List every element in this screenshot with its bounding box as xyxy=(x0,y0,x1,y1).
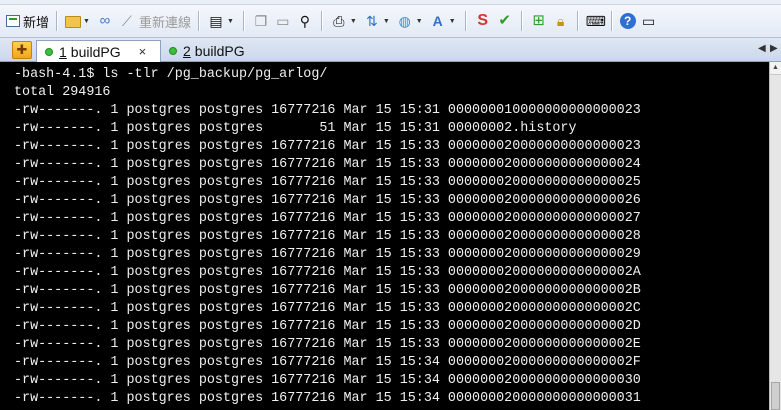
close-icon[interactable]: × xyxy=(139,44,147,59)
tunnel-button[interactable]: ✔ xyxy=(494,9,516,33)
fullscreen-icon: ⊞ xyxy=(532,12,545,29)
find-button[interactable]: ⚲ xyxy=(294,9,316,33)
reconnect-icon: ⟋ xyxy=(122,13,132,29)
terminal-line: -rw-------. 1 postgres postgres 16777216… xyxy=(14,283,641,298)
search-icon: ⚲ xyxy=(299,13,311,29)
terminal-line: -rw-------. 1 postgres postgres 16777216… xyxy=(14,175,641,190)
chat-button[interactable]: ▭ xyxy=(638,9,660,33)
paste-button[interactable]: ▭ xyxy=(272,9,294,33)
transfer-button[interactable]: ⇅ ▼ xyxy=(361,9,394,33)
terminal-output[interactable]: -bash-4.1$ ls -tlr /pg_backup/pg_arlog/ … xyxy=(0,62,781,410)
keyboard-icon: ⌨ xyxy=(585,13,606,29)
terminal-line: -rw-------. 1 postgres postgres 16777216… xyxy=(14,157,641,172)
folder-icon xyxy=(65,16,82,28)
help-icon: ? xyxy=(619,13,636,29)
terminal-line: -rw-------. 1 postgres postgres 16777216… xyxy=(14,265,641,280)
link-icon: ∞ xyxy=(99,12,111,29)
toolbar-separator xyxy=(464,11,467,31)
chevron-down-icon[interactable]: ▼ xyxy=(383,18,390,25)
tab-scroll-left-icon[interactable]: ◀ xyxy=(758,44,766,54)
terminal-lines: -bash-4.1$ ls -tlr /pg_backup/pg_arlog/ … xyxy=(14,66,766,408)
tab-label: buildPG xyxy=(194,43,245,59)
toolbar-separator xyxy=(576,11,579,31)
terminal-line: total 294916 xyxy=(14,85,111,100)
print-button[interactable]: ⎙ ▼ xyxy=(328,9,361,33)
chevron-down-icon[interactable]: ▼ xyxy=(83,18,90,25)
new-session-button[interactable]: 新增 xyxy=(4,9,51,33)
xftp-icon: S xyxy=(477,12,488,29)
scroll-up-icon[interactable]: ▲ xyxy=(770,62,781,75)
terminal-scrollbar[interactable]: ▲ xyxy=(769,62,781,410)
terminal-line: -rw-------. 1 postgres postgres 16777216… xyxy=(14,373,641,388)
new-session-label: 新增 xyxy=(23,14,50,30)
chevron-down-icon[interactable]: ▼ xyxy=(350,18,357,25)
toolbar-separator xyxy=(242,11,245,31)
tab-label: buildPG xyxy=(70,43,121,60)
terminal-line: -rw-------. 1 postgres postgres 16777216… xyxy=(14,229,641,244)
terminal-line: -rw-------. 1 postgres postgres 16777216… xyxy=(14,355,641,370)
toolbar-separator xyxy=(610,11,613,31)
chevron-down-icon[interactable]: ▼ xyxy=(449,18,456,25)
menu-strip xyxy=(0,0,781,5)
tunnel-icon: ✔ xyxy=(498,12,511,29)
connected-status-icon xyxy=(169,47,177,55)
globe-button[interactable]: ◍ ▼ xyxy=(394,9,427,33)
tab-scroll-right-icon[interactable]: ▶ xyxy=(770,44,778,54)
lock-icon: 🔒︎ xyxy=(556,13,565,29)
new-session-icon xyxy=(6,15,20,27)
lock-button[interactable]: 🔒︎ xyxy=(550,9,572,33)
help-button[interactable]: ? xyxy=(618,9,638,33)
properties-icon: ▤ xyxy=(209,13,223,29)
font-icon: A xyxy=(432,13,443,29)
terminal-line: -rw-------. 1 postgres postgres 16777216… xyxy=(14,337,641,352)
reconnect-button[interactable]: ⟋ 重新連線 xyxy=(116,9,193,33)
add-tab-button[interactable]: ✚ xyxy=(12,41,32,59)
font-button[interactable]: A ▼ xyxy=(427,9,460,33)
xftp-button[interactable]: S xyxy=(472,9,494,33)
chevron-down-icon[interactable]: ▼ xyxy=(227,18,234,25)
terminal-line: -rw-------. 1 postgres postgres 16777216… xyxy=(14,247,641,262)
terminal-line: -rw-------. 1 postgres postgres 16777216… xyxy=(14,319,641,334)
copy-icon: ❐ xyxy=(254,13,268,29)
properties-button[interactable]: ▤ ▼ xyxy=(205,9,238,33)
toolbar-separator xyxy=(520,11,523,31)
tab-number: 2 xyxy=(183,43,191,59)
globe-icon: ◍ xyxy=(398,13,411,29)
terminal-app-window: 新增 ▼ ∞ ⟋ 重新連線 ▤ ▼ ❐ ▭ ⚲ ⎙ ▼ ⇅ ▼ ◍ ▼ A ▼ … xyxy=(0,0,781,410)
tab-number: 1 xyxy=(59,43,67,60)
toolbar-separator xyxy=(56,11,59,31)
chat-icon: ▭ xyxy=(642,13,656,29)
copy-button[interactable]: ❐ xyxy=(250,9,272,33)
connected-status-icon xyxy=(45,47,53,56)
scrollbar-thumb[interactable] xyxy=(771,382,780,410)
toolbar: 新增 ▼ ∞ ⟋ 重新連線 ▤ ▼ ❐ ▭ ⚲ ⎙ ▼ ⇅ ▼ ◍ ▼ A ▼ … xyxy=(0,0,781,38)
toolbar-row: 新增 ▼ ∞ ⟋ 重新連線 ▤ ▼ ❐ ▭ ⚲ ⎙ ▼ ⇅ ▼ ◍ ▼ A ▼ … xyxy=(4,8,660,34)
chevron-down-icon[interactable]: ▼ xyxy=(416,18,423,25)
tab-session-1[interactable]: 1 buildPG × xyxy=(36,40,161,62)
transfer-icon: ⇅ xyxy=(365,13,378,29)
terminal-line: -rw-------. 1 postgres postgres 51 Mar 1… xyxy=(14,121,577,136)
open-button[interactable]: ▼ xyxy=(63,9,94,33)
terminal-line: -rw-------. 1 postgres postgres 16777216… xyxy=(14,139,641,154)
terminal-line: -rw-------. 1 postgres postgres 16777216… xyxy=(14,391,641,406)
terminal-line: -rw-------. 1 postgres postgres 16777216… xyxy=(14,211,641,226)
terminal-line: -rw-------. 1 postgres postgres 16777216… xyxy=(14,103,641,118)
fullscreen-button[interactable]: ⊞ xyxy=(528,9,550,33)
paste-icon: ▭ xyxy=(276,13,290,29)
connect-button[interactable]: ∞ xyxy=(94,9,116,33)
toolbar-separator xyxy=(197,11,200,31)
reconnect-label: 重新連線 xyxy=(138,14,191,30)
keyboard-button[interactable]: ⌨ xyxy=(584,9,606,33)
tab-session-2[interactable]: 2 buildPG xyxy=(161,40,281,62)
session-tab-bar: ✚ 1 buildPG × 2 buildPG ◀ ▶ xyxy=(0,38,781,62)
terminal-line: -rw-------. 1 postgres postgres 16777216… xyxy=(14,193,641,208)
toolbar-separator xyxy=(320,11,323,31)
printer-icon: ⎙ xyxy=(333,13,345,29)
terminal-line: -rw-------. 1 postgres postgres 16777216… xyxy=(14,301,641,316)
terminal-line: -bash-4.1$ ls -tlr /pg_backup/pg_arlog/ xyxy=(14,67,328,82)
